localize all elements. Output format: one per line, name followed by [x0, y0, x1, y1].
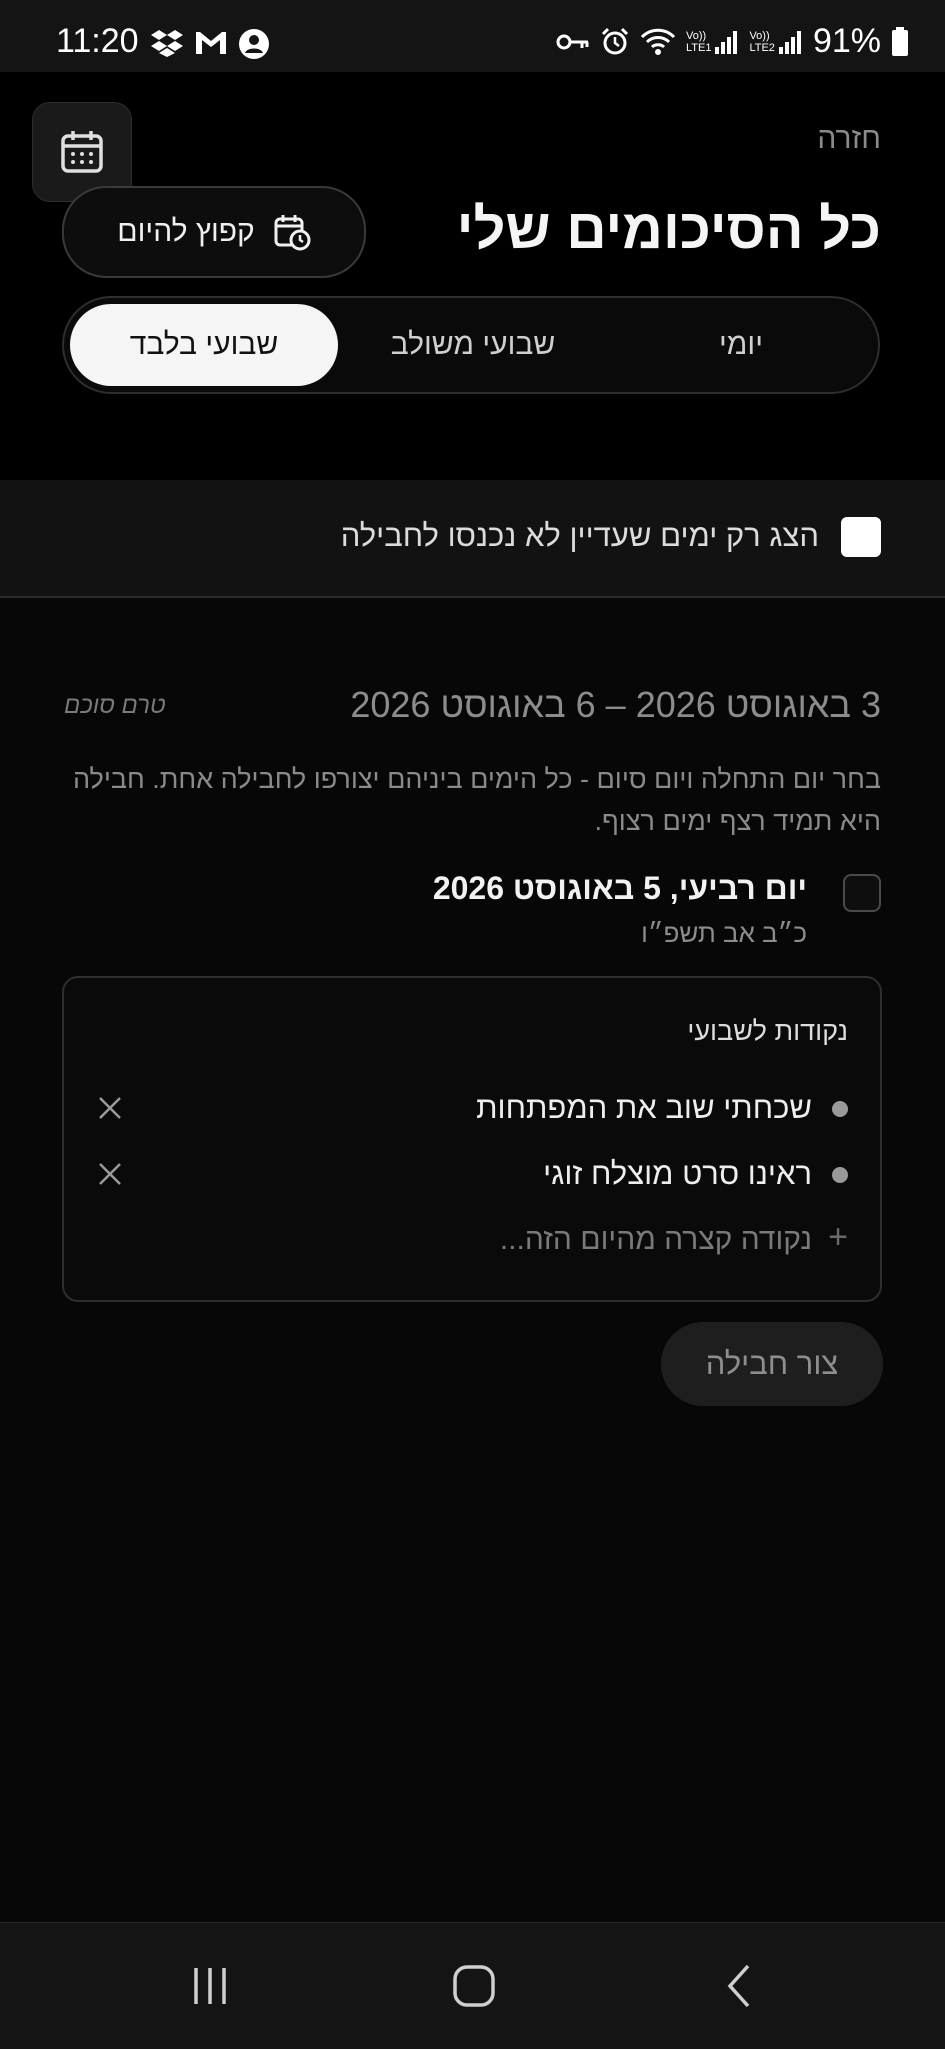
point-text: שכחתי שוב את המפתחות	[476, 1090, 812, 1125]
status-left-icons	[150, 28, 270, 60]
status-bar: 11:20 Vo)) LTE1 Vo)) LTE2 91%	[0, 0, 945, 72]
range-status: טרם סוכם	[64, 692, 166, 719]
signal-sim2: Vo)) LTE2	[749, 29, 802, 55]
battery-percent: 91%	[812, 22, 881, 60]
add-point-input[interactable]	[212, 1218, 812, 1262]
home-button[interactable]	[434, 1953, 514, 2019]
status-time: 11:20	[56, 22, 139, 60]
filter-label[interactable]: הצג רק ימים שעדיין לא נכנסו לחבילה	[341, 518, 819, 554]
account-icon	[239, 29, 269, 59]
signal-sim1: Vo)) LTE1	[686, 29, 739, 55]
weekly-points-heading: נקודות לשבועי	[687, 1016, 848, 1046]
gmail-icon	[196, 32, 226, 54]
range-title: 3 באוגוסט 2026 – 6 באוגוסט 2026	[350, 684, 881, 725]
close-icon[interactable]	[92, 1156, 128, 1192]
tab-weekly-combined[interactable]: שבועי משולב	[342, 304, 604, 386]
filter-checkbox[interactable]	[841, 517, 881, 557]
signal-sim1-icon	[715, 30, 738, 54]
vpn-key-icon	[556, 34, 589, 49]
filter-bar: הצג רק ימים שעדיין לא נכנסו לחבילה	[0, 480, 945, 598]
system-nav-bar	[0, 1922, 945, 2049]
bullet-icon	[832, 1167, 848, 1183]
back-icon	[727, 1964, 750, 2008]
volte-label: Vo))	[685, 29, 707, 42]
list-item: שכחתי שוב את המפתחות	[92, 1084, 848, 1134]
close-icon[interactable]	[92, 1090, 128, 1126]
create-bundle-button[interactable]: צור חבילה	[661, 1322, 883, 1406]
day-hebrew-date: כ״ב אב תשפ״ו	[641, 918, 807, 948]
home-icon	[453, 1965, 495, 2007]
sim1-label: LTE1	[685, 41, 712, 54]
signal-sim2-icon	[778, 30, 801, 54]
day-row: יום רביעי, 5 באוגוסט 2026 כ״ב אב תשפ״ו	[63, 866, 881, 956]
day-checkbox[interactable]	[843, 874, 881, 912]
point-text: ראינו סרט מוצלח זוגי	[543, 1156, 812, 1191]
back-button[interactable]	[700, 1953, 780, 2019]
bullet-icon	[832, 1101, 848, 1117]
range-instructions: בחר יום התחלה ויום סיום - כל הימים ביניה…	[72, 764, 881, 836]
jump-today-label: קפוץ להיום	[117, 215, 255, 248]
day-title: יום רביעי, 5 באוגוסט 2026	[432, 870, 807, 906]
dropbox-icon	[151, 30, 183, 57]
back-link[interactable]: חזרה	[817, 122, 881, 156]
status-right-icons: Vo)) LTE1 Vo)) LTE2 91%	[556, 22, 909, 61]
recents-button[interactable]	[170, 1953, 250, 2019]
plus-icon: +	[828, 1218, 848, 1256]
battery-icon	[892, 26, 908, 56]
jump-today-button[interactable]: קפוץ להיום	[62, 186, 366, 278]
alarm-icon	[601, 27, 629, 54]
recents-icon	[194, 1968, 226, 2004]
tab-daily[interactable]: יומי	[610, 304, 872, 386]
volte-label-2: Vo))	[749, 29, 770, 42]
calendar-clock-icon	[274, 215, 311, 251]
sim2-label: LTE2	[749, 41, 775, 54]
page-title: כל הסיכומים שלי	[456, 197, 881, 260]
calendar-icon	[61, 131, 103, 173]
tab-weekly-only[interactable]: שבועי בלבד	[70, 304, 338, 386]
view-tabs: יומי שבועי משולב שבועי בלבד	[62, 296, 880, 394]
wifi-icon	[640, 28, 676, 55]
list-item: ראינו סרט מוצלח זוגי	[92, 1150, 848, 1200]
weekly-points-card: נקודות לשבועי שכחתי שוב את המפתחות ראינו…	[62, 976, 882, 1302]
add-point-row: +	[92, 1216, 848, 1266]
